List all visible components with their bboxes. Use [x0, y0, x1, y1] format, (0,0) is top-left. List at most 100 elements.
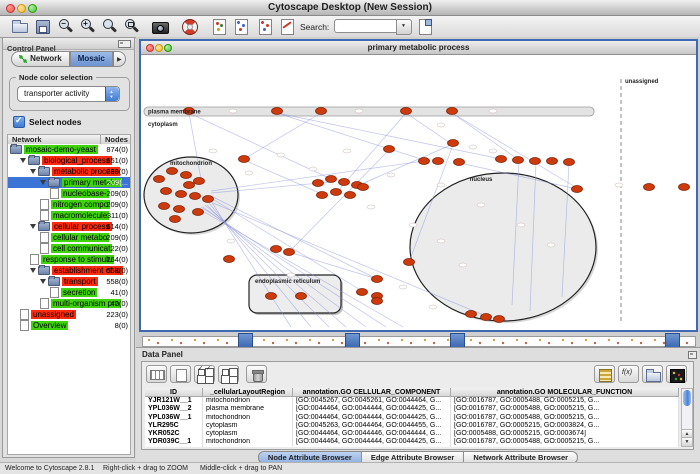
network-node[interactable]: [161, 188, 172, 195]
network-node[interactable]: [454, 159, 465, 166]
network-node[interactable]: [572, 186, 583, 193]
attribute-cell[interactable]: [GO:0016787, GO:0005488, GO:0005215, G..…: [451, 405, 679, 413]
tree-node-label[interactable]: cell communicat: [51, 244, 112, 253]
search-dropdown-icon[interactable]: [396, 19, 412, 35]
close-window-icon[interactable]: [6, 4, 15, 13]
tree-row[interactable]: primary metabo209(...: [8, 177, 130, 188]
table-row[interactable]: YLR295Ccytoplasm[GO:0045263, GO:0044464,…: [145, 422, 679, 430]
tree-row[interactable]: macromolecule311(0): [8, 210, 130, 221]
network-node[interactable]: [513, 157, 524, 164]
network-node[interactable]: [401, 108, 412, 115]
network-node[interactable]: [466, 311, 477, 318]
open-icon[interactable]: [10, 17, 30, 35]
tree-expander-icon[interactable]: [40, 279, 46, 284]
attribute-cell[interactable]: mitochondrion: [203, 414, 293, 422]
attribute-cell[interactable]: [GO:0044464, GO:0044444, GO:0044425, G..…: [293, 414, 451, 422]
column-header[interactable]: _cellularLayoutRegion: [203, 388, 293, 397]
network-node[interactable]: [266, 293, 277, 300]
zoom-view-icon[interactable]: [164, 44, 172, 52]
network-node[interactable]: [433, 158, 444, 165]
column-header[interactable]: annotation.GO CELLULAR_COMPONENT: [293, 388, 451, 397]
table-row[interactable]: YJR121W__1mitochondrion[GO:0045267, GO:0…: [145, 397, 679, 405]
background-window-corner[interactable]: [450, 333, 465, 348]
network-node[interactable]: [530, 158, 541, 165]
tree-row[interactable]: response to stimulu264(0): [8, 254, 130, 265]
edit-nodes-icon[interactable]: [232, 17, 252, 35]
network-node[interactable]: [404, 259, 415, 266]
zoom-in-icon[interactable]: +: [78, 17, 98, 35]
tree-node-label[interactable]: transport: [62, 277, 98, 286]
tree-node-label[interactable]: cellular process: [52, 222, 112, 231]
network-node[interactable]: [339, 179, 350, 186]
scroll-down-icon[interactable]: ▼: [682, 437, 692, 446]
tree-row[interactable]: secretion41(0): [8, 287, 130, 298]
network-node[interactable]: [372, 298, 383, 305]
unselect-all-attributes-icon[interactable]: [218, 365, 239, 383]
tab-network[interactable]: Network: [11, 51, 70, 67]
background-window-corner[interactable]: [345, 333, 360, 348]
tree-node-label[interactable]: nitrogen compo: [51, 200, 110, 209]
network-node[interactable]: [447, 108, 458, 115]
network-node[interactable]: [194, 178, 205, 185]
tree-row[interactable]: Overview8(0): [8, 320, 130, 331]
tree-node-label[interactable]: mosaic-demo-yeast: [24, 145, 98, 154]
minimize-view-icon[interactable]: [155, 44, 163, 52]
tree-row[interactable]: nucleobase-209(0): [8, 188, 130, 199]
column-header[interactable]: ID: [145, 388, 203, 397]
tab-mosaic[interactable]: Mosaic: [70, 51, 113, 67]
search-input[interactable]: [334, 19, 399, 33]
network-node[interactable]: [358, 184, 369, 191]
tree-node-label[interactable]: cellular metabo: [51, 233, 109, 242]
tree-row[interactable]: establishment of lo558(0): [8, 265, 130, 276]
zoom-out-icon[interactable]: −: [56, 17, 76, 35]
float-data-panel-icon[interactable]: [688, 351, 697, 359]
tree-row[interactable]: nitrogen compo209(0): [8, 199, 130, 210]
id-cell[interactable]: YDR039C__1: [145, 438, 203, 446]
tree-row[interactable]: mosaic-demo-yeast874(0): [8, 144, 130, 155]
table-row[interactable]: YPL036W__2plasma membrane[GO:0044464, GO…: [145, 405, 679, 413]
network-node[interactable]: [154, 176, 165, 183]
dropdown-stepper-icon[interactable]: [105, 87, 119, 101]
network-node[interactable]: [564, 159, 575, 166]
select-nodes-checkbox[interactable]: [13, 116, 25, 128]
import-attributes-icon[interactable]: [642, 365, 663, 383]
network-node[interactable]: [176, 191, 187, 198]
network-node[interactable]: [384, 146, 395, 153]
vizmapper-icon[interactable]: [210, 17, 230, 35]
matrix-icon[interactable]: [666, 365, 687, 383]
network-node[interactable]: [313, 180, 324, 187]
network-node[interactable]: [271, 246, 282, 253]
select-all-attributes-icon[interactable]: [194, 365, 215, 383]
id-cell[interactable]: YPL036W__1: [145, 414, 203, 422]
tree-row[interactable]: transport558(0): [8, 276, 130, 287]
attribute-cell[interactable]: [GO:0005488, GO:0005215, GO:0003674]: [451, 430, 679, 438]
network-node[interactable]: [644, 184, 655, 191]
tree-expander-icon[interactable]: [20, 158, 26, 163]
tree-node-label[interactable]: Overview: [31, 321, 68, 330]
network-node[interactable]: [193, 209, 204, 216]
network-node[interactable]: [170, 216, 181, 223]
table-header-row[interactable]: ID_cellularLayoutRegionannotation.GO CEL…: [145, 388, 679, 397]
tree-row[interactable]: cell communicat22(0): [8, 243, 130, 254]
attribute-cell[interactable]: [GO:0016787, GO:0005488, GO:0005215, G..…: [451, 397, 679, 405]
attribute-cell[interactable]: [GO:0016787, GO:0005488, GO:0005215, G..…: [451, 414, 679, 422]
network-node[interactable]: [372, 276, 383, 283]
network-node[interactable]: [331, 189, 342, 196]
attribute-cell[interactable]: [GO:0016787, GO:0005488, GO:0005215, G..…: [451, 438, 679, 446]
network-node[interactable]: [159, 203, 170, 210]
float-panel-icon[interactable]: [118, 40, 131, 48]
network-view-window[interactable]: primary metabolic process plasma membran…: [139, 39, 698, 332]
search-config-icon[interactable]: [416, 17, 436, 35]
zoom-fit-icon[interactable]: [100, 17, 120, 35]
network-node[interactable]: [167, 168, 178, 175]
attribute-cell[interactable]: [GO:0044464, GO:0044444, GO:0044425, G..…: [293, 438, 451, 446]
zoom-window-icon[interactable]: [28, 4, 37, 13]
table-row[interactable]: YDR039C__1mitochondrion[GO:0044464, GO:0…: [145, 438, 679, 446]
tree-expander-icon[interactable]: [40, 180, 46, 185]
attribute-cell[interactable]: plasma membrane: [203, 405, 293, 413]
id-cell[interactable]: YJR121W__1: [145, 397, 203, 405]
attribute-cell[interactable]: mitochondrion: [203, 438, 293, 446]
id-cell[interactable]: YLR295C: [145, 422, 203, 430]
network-node[interactable]: [224, 256, 235, 263]
network-node[interactable]: [181, 172, 192, 179]
